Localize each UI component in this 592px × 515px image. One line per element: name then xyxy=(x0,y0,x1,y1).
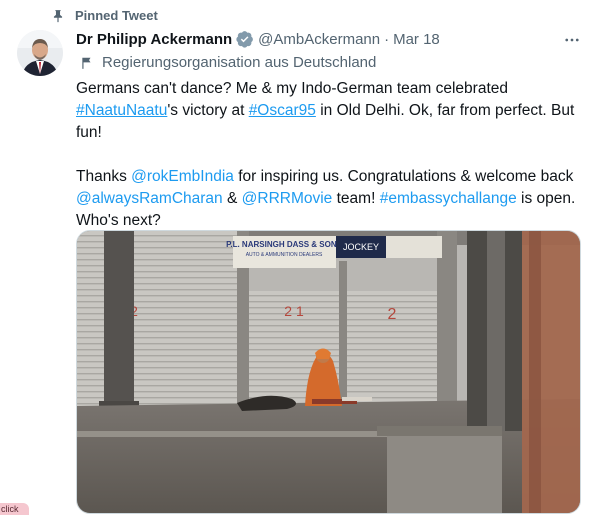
shutter-number-3: 2 xyxy=(388,306,397,323)
affiliation-label: Regierungsorganisation aus Deutschland xyxy=(76,54,376,71)
hashtag-embassychallange[interactable]: #embassychallange xyxy=(380,190,517,207)
pinned-text: Pinned Tweet xyxy=(75,8,158,23)
mention-alwaysramcharan[interactable]: @alwaysRamCharan xyxy=(76,190,223,207)
text-segment: for inspiring us. Congratulations & welc… xyxy=(233,168,574,185)
verified-badge-icon[interactable] xyxy=(236,30,254,48)
pin-icon xyxy=(53,9,63,22)
tweet-paragraph-1: Germans can't dance? Me & my Indo-German… xyxy=(76,78,576,144)
shutter-number-2: 2 1 xyxy=(284,303,304,319)
text-segment: team! xyxy=(332,190,380,207)
text-segment: Germans can't dance? Me & my Indo-German… xyxy=(76,80,508,97)
shop-sign-subtext: AUTO & AMMUNITION DEALERS xyxy=(246,252,323,258)
tweet-header: Dr Philipp Ackermann @AmbAckermann · Mar… xyxy=(76,30,440,48)
affiliation-text: Regierungsorganisation aus Deutschland xyxy=(102,54,377,71)
author-avatar[interactable] xyxy=(17,30,63,76)
hashtag-oscar95[interactable]: #Oscar95 xyxy=(249,102,316,119)
pinned-tweet-label: Pinned Tweet xyxy=(51,8,158,23)
hashtag-naatunaatu[interactable]: #NaatuNaatu xyxy=(76,102,167,119)
separator-dot: · xyxy=(384,30,390,48)
author-handle[interactable]: @AmbAckermann xyxy=(258,31,380,48)
mention-rokembindia[interactable]: @rokEmbIndia xyxy=(131,168,234,185)
tweet-paragraph-2: Thanks @rokEmbIndia for inspiring us. Co… xyxy=(76,166,576,232)
flag-icon xyxy=(82,57,91,69)
tweet-text: Germans can't dance? Me & my Indo-German… xyxy=(76,78,576,232)
click-overlay-tag[interactable]: click xyxy=(0,503,29,515)
text-segment: & xyxy=(222,190,242,207)
text-segment: 's victory at xyxy=(167,102,249,119)
tweet-media-image[interactable]: P.L. NARSINGH DASS & SONS AUTO & AMMUNIT… xyxy=(76,230,581,514)
author-name[interactable]: Dr Philipp Ackermann xyxy=(76,31,232,48)
tweet-date[interactable]: Mar 18 xyxy=(393,31,440,48)
mention-rrrmovie[interactable]: @RRRMovie xyxy=(242,190,333,207)
shop-sign-text: P.L. NARSINGH DASS & SONS xyxy=(226,240,343,249)
more-dots-icon[interactable] xyxy=(562,30,582,50)
jockey-sign-text: JOCKEY xyxy=(343,242,379,252)
text-segment: Thanks xyxy=(76,168,132,185)
